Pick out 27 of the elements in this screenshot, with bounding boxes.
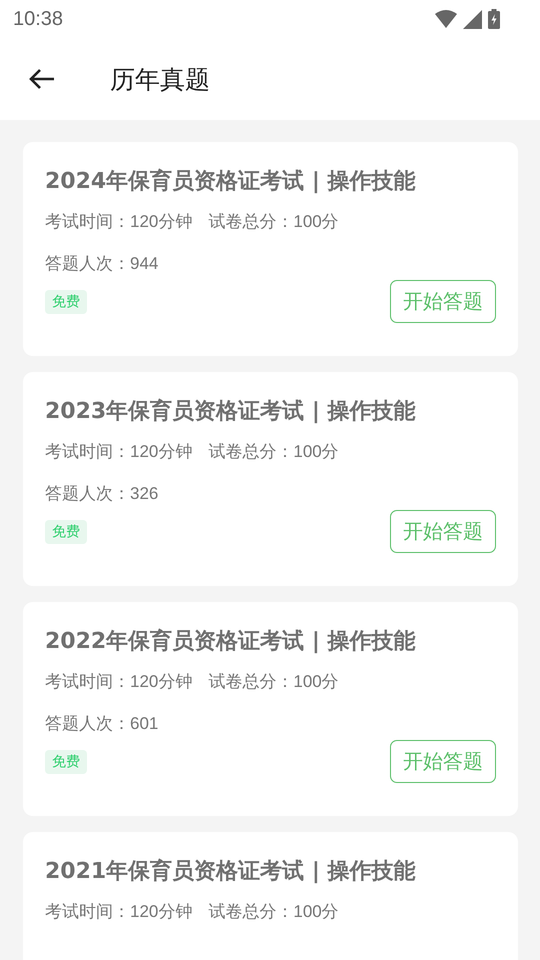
exam-total-score: 试卷总分：100分	[208, 671, 339, 693]
exam-duration: 考试时间：120分钟	[45, 441, 192, 463]
exam-title: 2022年保育员资格证考试 | 操作技能	[45, 628, 417, 656]
exam-total-score: 试卷总分：100分	[208, 901, 339, 923]
exam-title: 2021年保育员资格证考试 | 操作技能	[45, 858, 417, 886]
exam-card[interactable]: 2023年保育员资格证考试 | 操作技能 考试时间：120分钟 试卷总分：100分 答题人次：326 免费 开始答题	[23, 372, 518, 586]
exam-total-score: 试卷总分：100分	[208, 211, 339, 233]
exam-attempts: 答题人次：944	[45, 253, 158, 275]
wifi-icon	[435, 10, 457, 28]
exam-card[interactable]: 2022年保育员资格证考试 | 操作技能 考试时间：120分钟 试卷总分：100分 答题人次：601 免费 开始答题	[23, 602, 518, 816]
exam-duration: 考试时间：120分钟	[45, 671, 192, 693]
free-tag: 免费	[45, 290, 87, 314]
signal-icon	[463, 10, 482, 28]
exam-title: 2023年保育员资格证考试 | 操作技能	[45, 398, 417, 426]
exam-total-score: 试卷总分：100分	[208, 441, 339, 463]
status-time: 10:38	[13, 8, 64, 30]
exam-attempts: 答题人次：601	[45, 713, 158, 735]
exam-card[interactable]: 2024年保育员资格证考试 | 操作技能 考试时间：120分钟 试卷总分：100分 答题人次：944 免费 开始答题	[23, 142, 518, 356]
free-tag: 免费	[45, 750, 87, 774]
exam-title: 2024年保育员资格证考试 | 操作技能	[45, 168, 417, 196]
exam-attempts: 答题人次：326	[45, 483, 158, 505]
exam-duration: 考试时间：120分钟	[45, 211, 192, 233]
page-title: 历年真题	[110, 64, 210, 96]
exam-card[interactable]: 2021年保育员资格证考试 | 操作技能 考试时间：120分钟 试卷总分：100分	[23, 832, 518, 960]
battery-charging-icon	[488, 9, 500, 29]
exam-duration: 考试时间：120分钟	[45, 901, 192, 923]
free-tag: 免费	[45, 520, 87, 544]
